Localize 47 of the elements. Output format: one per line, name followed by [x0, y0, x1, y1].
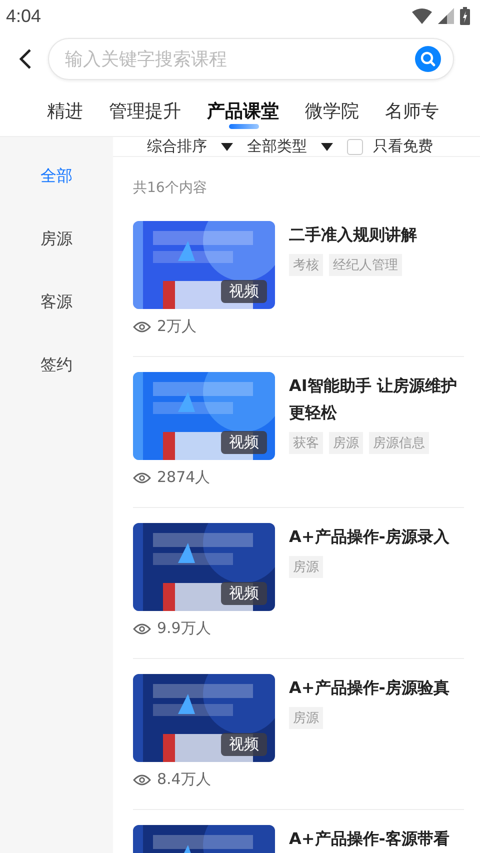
battery-icon	[460, 7, 470, 25]
back-icon[interactable]	[18, 48, 32, 70]
category-tab[interactable]: 产品课堂	[207, 93, 279, 129]
course-title[interactable]: A+产品操作-客源带看	[289, 825, 464, 852]
course-title[interactable]: A+产品操作-房源录入	[289, 523, 464, 550]
sidebar-item[interactable]: 全部	[0, 155, 113, 218]
category-tab[interactable]: 精进	[47, 93, 83, 129]
video-badge: 视频	[221, 431, 267, 454]
course-tag: 获客	[289, 432, 323, 454]
view-count: 2万人	[157, 317, 197, 336]
eye-icon	[133, 622, 151, 634]
course-title[interactable]: 二手准入规则讲解	[289, 221, 464, 248]
sidebar-item[interactable]: 签约	[0, 344, 113, 407]
eye-icon	[133, 472, 151, 484]
result-count: 共16个内容	[133, 179, 208, 198]
course-tag: 房源信息	[369, 432, 429, 454]
video-badge: 视频	[221, 280, 267, 303]
course-tag: 考核	[289, 254, 323, 276]
sidebar-item[interactable]: 房源	[0, 218, 113, 281]
filter-dropdown[interactable]: 综合排序	[147, 137, 237, 156]
eye-icon	[133, 320, 151, 332]
video-badge: 视频	[221, 582, 267, 605]
sidebar-item[interactable]: 客源	[0, 281, 113, 344]
view-count: 2874人	[157, 468, 210, 487]
eye-icon	[133, 774, 151, 786]
course-tag: 经纪人管理	[329, 254, 402, 276]
search-field[interactable]: 输入关键字搜索课程	[48, 38, 454, 80]
course-title[interactable]: AI智能助手 让房源维护更轻松	[289, 372, 464, 426]
status-time: 4:04	[6, 6, 42, 26]
caret-icon[interactable]	[221, 142, 233, 150]
course-tag: 房源	[329, 432, 363, 454]
filter-dropdown[interactable]: 全部类型	[247, 137, 337, 156]
course-title[interactable]: A+产品操作-房源验真	[289, 674, 464, 701]
course-tag: 房源	[289, 707, 323, 729]
view-count: 9.9万人	[157, 619, 211, 638]
video-badge: 视频	[221, 733, 267, 756]
signal-icon	[438, 8, 454, 24]
category-tab[interactable]: 微学院	[305, 93, 359, 129]
wifi-icon	[412, 8, 432, 24]
category-tab[interactable]: 管理提升	[109, 93, 181, 129]
checkbox-label[interactable]: 只看免费	[373, 137, 433, 156]
view-count: 8.4万人	[157, 770, 211, 789]
course-tag: 房源	[289, 556, 323, 578]
search-icon[interactable]	[415, 46, 441, 72]
caret-icon[interactable]	[321, 142, 333, 150]
category-tab[interactable]: 名师专	[385, 93, 439, 129]
checkbox[interactable]	[347, 138, 363, 154]
